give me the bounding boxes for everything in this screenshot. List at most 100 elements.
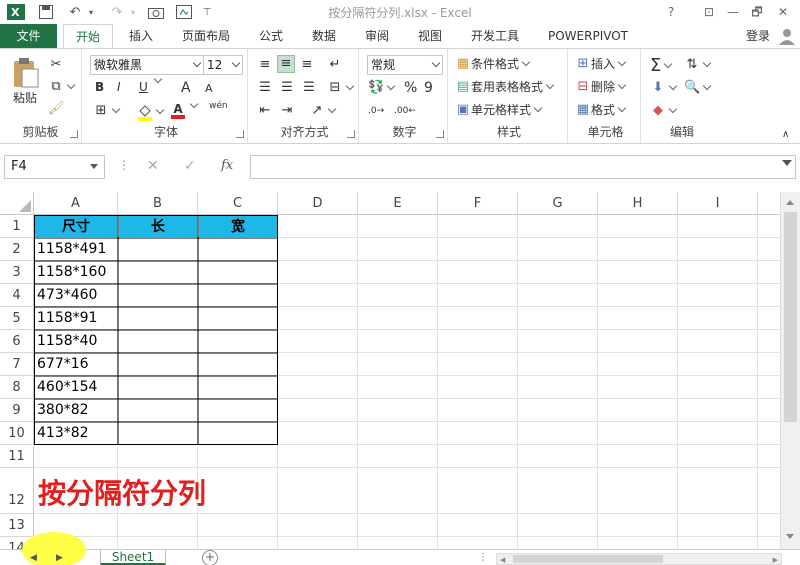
- underline-dropdown-icon[interactable]: [153, 74, 163, 84]
- tab-developer[interactable]: 开发工具: [465, 24, 525, 49]
- align-center-button[interactable]: ☰: [279, 80, 295, 96]
- increase-decimal-button[interactable]: .0→: [368, 103, 384, 119]
- insert-function-button[interactable]: fx: [221, 158, 233, 173]
- wrap-text-button[interactable]: ↵: [327, 57, 343, 73]
- tab-formulas[interactable]: 公式: [252, 24, 290, 49]
- tab-powerpivot[interactable]: POWERPIVOT: [543, 24, 633, 49]
- paste-button[interactable]: 粘贴: [8, 57, 42, 106]
- find-select-button[interactable]: 🔍: [684, 80, 712, 96]
- column-header-f[interactable]: F: [438, 192, 518, 215]
- row-header-9[interactable]: 9: [0, 399, 34, 422]
- cell-a10[interactable]: 413*82: [34, 422, 117, 445]
- underline-button[interactable]: U: [139, 80, 148, 94]
- conditional-formatting-button[interactable]: ▦ 条件格式: [455, 55, 531, 72]
- font-color-button[interactable]: A: [171, 103, 185, 119]
- expand-formula-bar-icon[interactable]: [782, 160, 792, 166]
- cancel-entry-button[interactable]: ✕: [147, 158, 159, 174]
- column-header-a[interactable]: A: [34, 192, 118, 215]
- top-align-button[interactable]: ≡: [257, 57, 273, 73]
- comma-style-button[interactable]: 9: [424, 80, 433, 96]
- header-cell-length[interactable]: 长: [119, 216, 197, 238]
- close-button[interactable]: ✕: [771, 2, 795, 22]
- clear-button[interactable]: ◆: [650, 103, 678, 119]
- tab-home[interactable]: 开始: [63, 24, 113, 49]
- row-header-4[interactable]: 4: [0, 284, 34, 307]
- cell-a5[interactable]: 1158*91: [34, 307, 117, 330]
- clipboard-launcher-icon[interactable]: [70, 130, 78, 138]
- cell-a6[interactable]: 1158*40: [34, 330, 117, 353]
- shrink-font-button[interactable]: A: [205, 82, 213, 95]
- cell-a8[interactable]: 460*154: [34, 376, 117, 399]
- column-header-e[interactable]: E: [358, 192, 438, 215]
- cell-a4[interactable]: 473*460: [34, 284, 117, 307]
- enter-entry-button[interactable]: ✓: [184, 158, 196, 174]
- increase-indent-button[interactable]: ⇥: [279, 103, 295, 119]
- scroll-up-icon[interactable]: [786, 200, 794, 205]
- percent-button[interactable]: %: [404, 80, 417, 96]
- scroll-left-icon[interactable]: ◀: [500, 556, 505, 564]
- row-header-5[interactable]: 5: [0, 307, 34, 330]
- bottom-align-button[interactable]: ≡: [299, 57, 315, 73]
- number-launcher-icon[interactable]: [436, 130, 444, 138]
- formula-input[interactable]: [250, 155, 796, 179]
- font-color-dropdown-icon[interactable]: [189, 99, 199, 109]
- column-header-h[interactable]: H: [598, 192, 678, 215]
- vertical-scroll-thumb[interactable]: [784, 212, 797, 422]
- delete-cells-button[interactable]: ⊟ 删除: [575, 78, 627, 95]
- cell-a3[interactable]: 1158*160: [34, 261, 117, 284]
- align-right-button[interactable]: ☰: [301, 80, 317, 96]
- font-size-combo[interactable]: 12: [203, 55, 243, 75]
- tab-insert[interactable]: 插入: [122, 24, 160, 49]
- next-sheet-icon[interactable]: ▶: [56, 553, 63, 563]
- restore-button[interactable]: 🗗: [745, 2, 769, 22]
- format-cells-button[interactable]: ▦ 格式: [575, 101, 627, 118]
- minimize-button[interactable]: —: [721, 2, 745, 22]
- login-link[interactable]: 登录: [742, 24, 774, 49]
- row-header-6[interactable]: 6: [0, 330, 34, 353]
- accounting-format-button[interactable]: 💱: [368, 80, 396, 96]
- collapse-ribbon-icon[interactable]: ∧: [782, 129, 789, 140]
- column-header-d[interactable]: D: [278, 192, 358, 215]
- borders-button[interactable]: ⊞: [93, 103, 121, 119]
- fill-button[interactable]: ⬇: [650, 80, 678, 96]
- font-launcher-icon[interactable]: [236, 130, 244, 138]
- cut-button[interactable]: ✂: [48, 57, 64, 73]
- italic-button[interactable]: I: [117, 80, 121, 94]
- bold-button[interactable]: B: [95, 80, 104, 94]
- tab-view[interactable]: 视图: [411, 24, 449, 49]
- account-avatar-icon[interactable]: [776, 24, 798, 49]
- tab-data[interactable]: 数据: [305, 24, 343, 49]
- horizontal-scroll-thumb[interactable]: [513, 555, 663, 563]
- column-header-j-partial[interactable]: [758, 192, 780, 215]
- scroll-down-icon[interactable]: [786, 534, 794, 539]
- row-header-3[interactable]: 3: [0, 261, 34, 284]
- format-as-table-button[interactable]: ▤ 套用表格格式: [455, 78, 555, 95]
- middle-align-button[interactable]: ≡: [277, 55, 295, 73]
- row-header-8[interactable]: 8: [0, 376, 34, 399]
- cell-a9[interactable]: 380*82: [34, 399, 117, 422]
- sheet-tab-sheet1[interactable]: Sheet1: [100, 550, 166, 565]
- cell-a2[interactable]: 1158*491: [34, 238, 117, 261]
- align-left-button[interactable]: ☰: [257, 80, 273, 96]
- header-cell-width[interactable]: 宽: [199, 216, 277, 238]
- column-header-c[interactable]: C: [198, 192, 278, 215]
- decrease-decimal-button[interactable]: .00←: [394, 103, 416, 119]
- column-header-i[interactable]: I: [678, 192, 758, 215]
- alignment-launcher-icon[interactable]: [347, 130, 355, 138]
- format-painter-button[interactable]: 🖌: [48, 101, 65, 117]
- name-box[interactable]: F4: [4, 155, 105, 179]
- column-header-g[interactable]: G: [518, 192, 598, 215]
- ribbon-display-options-button[interactable]: ⊡: [697, 2, 721, 22]
- tab-file[interactable]: 文件: [0, 24, 57, 49]
- insert-cells-button[interactable]: ⊞ 插入: [575, 55, 627, 72]
- font-name-combo[interactable]: 微软雅黑: [90, 55, 204, 75]
- number-format-combo[interactable]: 常规: [367, 55, 443, 75]
- row-header-7[interactable]: 7: [0, 353, 34, 376]
- decrease-indent-button[interactable]: ⇤: [257, 103, 273, 119]
- phonetic-button[interactable]: wén: [209, 101, 228, 111]
- orientation-button[interactable]: ↗: [309, 103, 337, 119]
- tab-page-layout[interactable]: 页面布局: [176, 24, 236, 49]
- copy-button[interactable]: ⧉: [48, 79, 76, 95]
- row-header-10[interactable]: 10: [0, 422, 34, 445]
- scroll-right-icon[interactable]: ▶: [773, 556, 778, 564]
